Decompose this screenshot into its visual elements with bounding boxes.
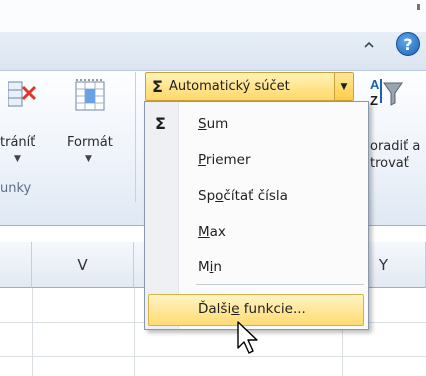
sort-filter-icon[interactable]: A Z bbox=[368, 75, 404, 115]
sigma-icon: Σ bbox=[155, 114, 166, 133]
svg-text:A: A bbox=[370, 77, 380, 92]
row-gridline bbox=[0, 356, 426, 357]
autosum-label: Automatický súčet bbox=[168, 79, 290, 94]
chevron-down-icon[interactable]: ▼ bbox=[85, 154, 92, 164]
menu-separator bbox=[196, 284, 364, 285]
menu-item-count-numbers[interactable]: Spočítať čísla bbox=[198, 188, 288, 204]
delete-cells-icon[interactable] bbox=[7, 78, 38, 114]
column-gridline bbox=[32, 288, 33, 376]
column-header-v[interactable]: V bbox=[32, 242, 134, 288]
chevron-down-icon[interactable]: ▼ bbox=[14, 154, 21, 164]
menu-item-max[interactable]: Max bbox=[198, 224, 226, 240]
window-edge-mark bbox=[417, 4, 420, 10]
chevron-down-icon[interactable]: ▼ bbox=[334, 73, 353, 100]
column-gridline bbox=[134, 288, 135, 376]
format-cells-icon[interactable] bbox=[70, 78, 110, 114]
cells-group-label: unky bbox=[0, 181, 32, 196]
mouse-pointer-icon bbox=[236, 320, 262, 358]
title-bar bbox=[0, 0, 426, 32]
menu-item-more-functions-label[interactable]: Ďalšie funkcie... bbox=[198, 301, 306, 317]
sort-filter-label-2[interactable]: trovať bbox=[370, 156, 409, 171]
delete-button-label[interactable]: tráníť bbox=[0, 135, 35, 150]
chevron-up-icon[interactable] bbox=[362, 38, 376, 52]
format-button-label[interactable]: Formát bbox=[67, 135, 113, 150]
column-header-blank[interactable] bbox=[0, 242, 32, 288]
svg-text:Z: Z bbox=[370, 93, 378, 108]
autosum-button[interactable]: Σ Automatický súčet ▼ bbox=[145, 72, 354, 101]
sigma-icon: Σ bbox=[152, 77, 163, 96]
sort-filter-label-1[interactable]: oradiť a bbox=[370, 139, 420, 154]
menu-item-sum[interactable]: Sum bbox=[198, 116, 228, 132]
help-icon[interactable]: ? bbox=[396, 32, 420, 56]
menu-item-min[interactable]: Min bbox=[198, 259, 222, 275]
ribbon-separator bbox=[135, 72, 136, 202]
menu-item-average[interactable]: Priemer bbox=[198, 152, 251, 168]
